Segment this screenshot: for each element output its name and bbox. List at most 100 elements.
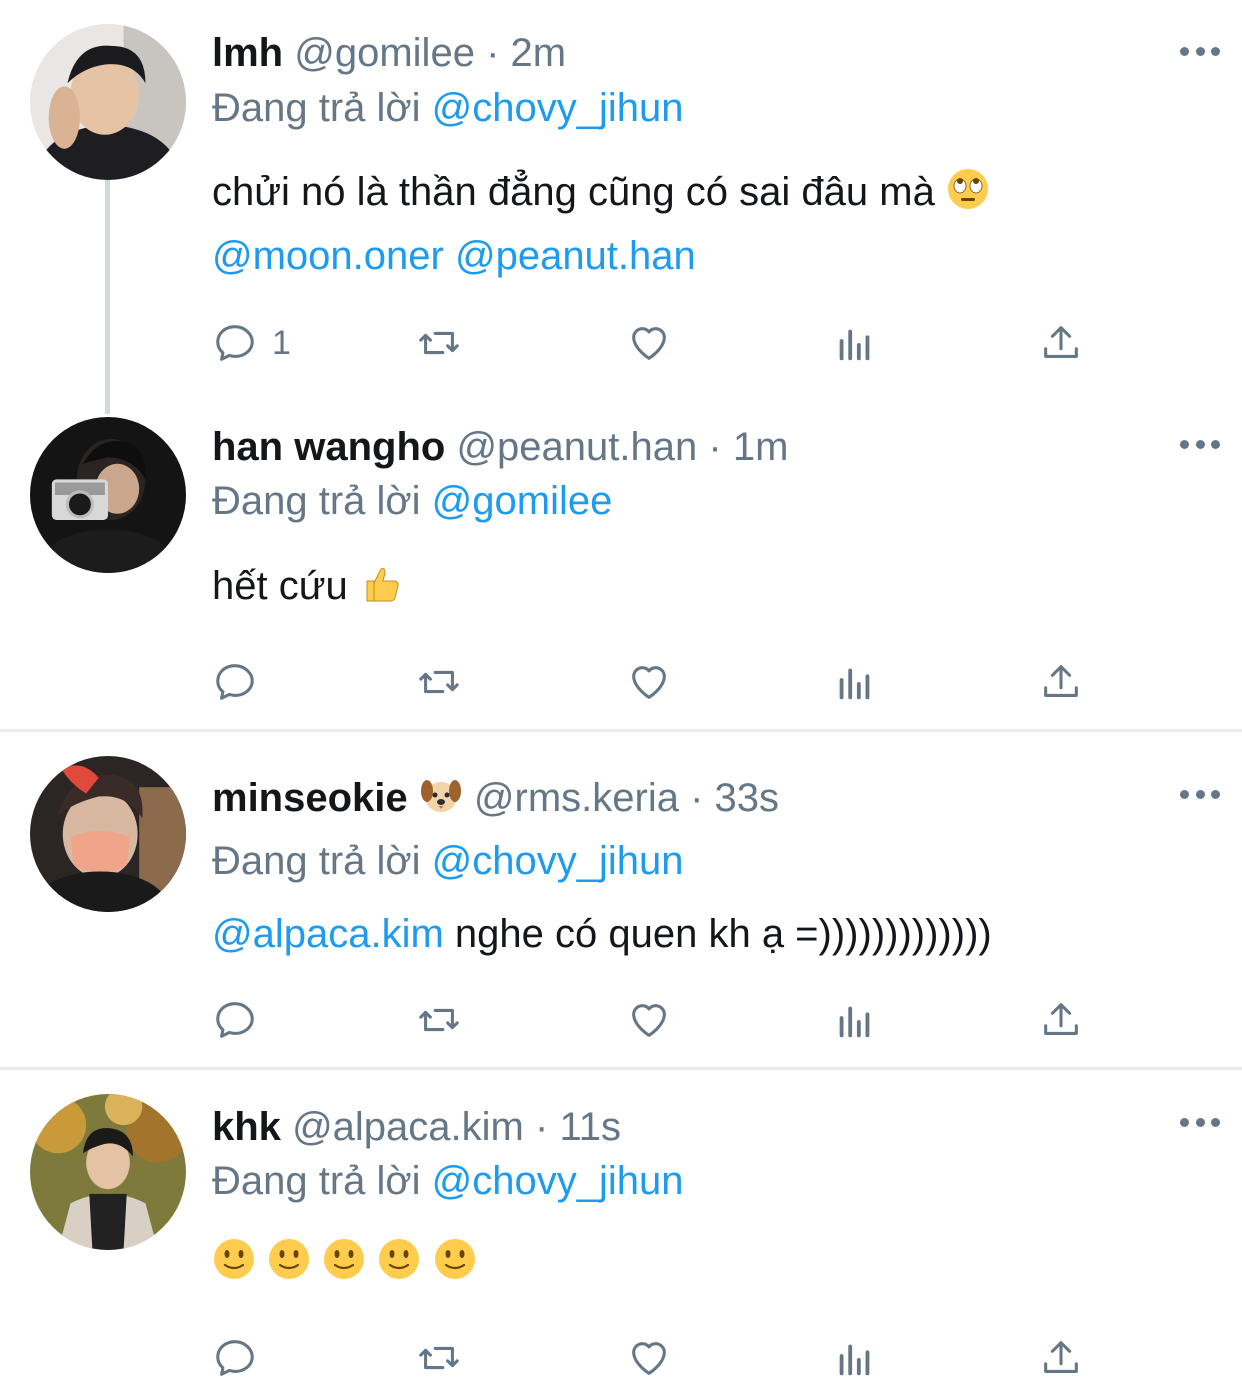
dog-face-emoji-icon	[419, 773, 463, 817]
heart-icon	[632, 1342, 666, 1375]
replying-to-label: Đang trả lời	[212, 1159, 421, 1203]
share-button[interactable]	[1038, 995, 1084, 1045]
avatar-photo	[30, 756, 186, 912]
separator-dot: ·	[486, 31, 500, 75]
replying-to-mention[interactable]: @gomilee	[432, 479, 613, 523]
retweet-icon	[419, 331, 459, 355]
replying-to: Đang trả lời @chovy_jihun	[212, 84, 684, 132]
timestamp[interactable]: 1m	[733, 425, 789, 469]
analytics-icon	[839, 1344, 870, 1376]
like-button[interactable]	[626, 995, 672, 1045]
analytics-button[interactable]	[832, 1333, 878, 1383]
analytics-button[interactable]	[832, 657, 878, 707]
heart-icon	[632, 327, 666, 360]
reply-icon	[216, 325, 254, 361]
avatar[interactable]	[30, 756, 186, 912]
replying-to: Đang trả lời @gomilee	[212, 477, 612, 525]
separator-dot: ·	[534, 1105, 549, 1149]
share-icon	[1044, 326, 1078, 358]
tweet-text: hết cứu	[212, 554, 403, 618]
retweet-icon	[419, 1008, 459, 1032]
mention-link[interactable]: @peanut.han	[455, 234, 696, 278]
reply-button[interactable]	[212, 1333, 258, 1383]
analytics-button[interactable]	[832, 318, 878, 368]
tweet-mentions: @moon.oner @peanut.han	[212, 224, 696, 288]
share-button[interactable]	[1038, 318, 1084, 368]
tweet-2[interactable]: han wangho @peanut.han · 1m Đang trả lời…	[0, 400, 1242, 730]
replying-to: Đang trả lời @chovy_jihun	[212, 1157, 684, 1205]
like-button[interactable]	[626, 657, 672, 707]
analytics-icon	[839, 668, 870, 700]
retweet-icon	[419, 670, 459, 694]
slight-smile-emoji-icon	[267, 1237, 311, 1281]
display-name[interactable]: lmh	[212, 31, 283, 75]
separator-dot: ·	[708, 425, 722, 469]
user-handle[interactable]: @peanut.han	[456, 425, 697, 469]
user-handle[interactable]: @gomilee	[294, 31, 475, 75]
more-options-icon[interactable]	[1180, 45, 1220, 57]
reply-button[interactable]	[212, 995, 258, 1045]
replying-to-label: Đang trả lời	[212, 839, 421, 883]
retweet-button[interactable]	[416, 1333, 462, 1383]
slight-smile-emoji-icon	[212, 1237, 256, 1281]
retweet-button[interactable]	[416, 318, 462, 368]
retweet-icon	[419, 1346, 459, 1370]
tweet-text-line: nghe có quen kh ạ =)))))))))))))	[443, 912, 992, 956]
avatar-photo	[30, 24, 186, 180]
replying-to: Đang trả lời @chovy_jihun	[212, 837, 684, 885]
share-button[interactable]	[1038, 1333, 1084, 1383]
tweet-text-line: hết cứu	[212, 564, 348, 608]
share-icon	[1044, 1341, 1078, 1373]
more-options-icon[interactable]	[1180, 438, 1220, 450]
reply-count: 1	[272, 323, 291, 362]
share-icon	[1044, 1003, 1078, 1035]
share-button[interactable]	[1038, 657, 1084, 707]
avatar[interactable]	[30, 24, 186, 180]
replying-to-label: Đang trả lời	[212, 479, 421, 523]
avatar-photo	[30, 417, 186, 573]
reply-button[interactable]: 1	[212, 318, 291, 368]
reply-icon	[216, 664, 254, 700]
more-options-icon[interactable]	[1180, 788, 1220, 800]
heart-icon	[632, 1004, 666, 1037]
display-name[interactable]: han wangho	[212, 425, 445, 469]
tweet-1[interactable]: lmh @gomilee · 2m Đang trả lời @chovy_ji…	[0, 0, 1242, 400]
like-button[interactable]	[626, 318, 672, 368]
timestamp[interactable]: 2m	[511, 31, 567, 75]
tweet-actions	[212, 995, 1092, 1045]
avatar[interactable]	[30, 1094, 186, 1250]
timestamp[interactable]: 33s	[715, 776, 780, 820]
replying-to-label: Đang trả lời	[212, 86, 421, 130]
mention-link[interactable]: @moon.oner	[212, 234, 444, 278]
replying-to-mention[interactable]: @chovy_jihun	[432, 1159, 684, 1203]
more-options-icon[interactable]	[1180, 1116, 1220, 1128]
reply-icon	[216, 1002, 254, 1038]
share-icon	[1044, 665, 1078, 697]
tweet-text-line: chửi nó là thần đẳng cũng có sai đâu mà	[212, 170, 935, 214]
analytics-icon	[839, 329, 870, 361]
tweet-text: @alpaca.kim nghe có quen kh ạ =)))))))))…	[212, 902, 992, 966]
tweet-text	[212, 1230, 477, 1294]
tweet-actions: 1	[212, 318, 1092, 368]
tweet-actions	[212, 1333, 1092, 1383]
tweet-4[interactable]: khk @alpaca.kim · 11s Đang trả lời @chov…	[0, 1070, 1242, 1392]
display-name[interactable]: minseokie	[212, 776, 408, 820]
reply-icon	[216, 1340, 254, 1376]
avatar[interactable]	[30, 417, 186, 573]
reply-button[interactable]	[212, 657, 258, 707]
replying-to-mention[interactable]: @chovy_jihun	[432, 839, 684, 883]
tweet-3[interactable]: minseokie @rms.keria · 33s Đang trả lời …	[0, 732, 1242, 1068]
mention-link[interactable]: @alpaca.kim	[212, 912, 444, 956]
display-name[interactable]: khk	[212, 1105, 281, 1149]
like-button[interactable]	[626, 1333, 672, 1383]
user-handle[interactable]: @rms.keria	[474, 776, 679, 820]
heart-icon	[632, 666, 666, 699]
retweet-button[interactable]	[416, 995, 462, 1045]
user-handle[interactable]: @alpaca.kim	[292, 1105, 524, 1149]
tweet-actions	[212, 657, 1092, 707]
retweet-button[interactable]	[416, 657, 462, 707]
replying-to-mention[interactable]: @chovy_jihun	[432, 86, 684, 130]
analytics-icon	[839, 1006, 870, 1038]
analytics-button[interactable]	[832, 995, 878, 1045]
timestamp[interactable]: 11s	[559, 1105, 621, 1149]
